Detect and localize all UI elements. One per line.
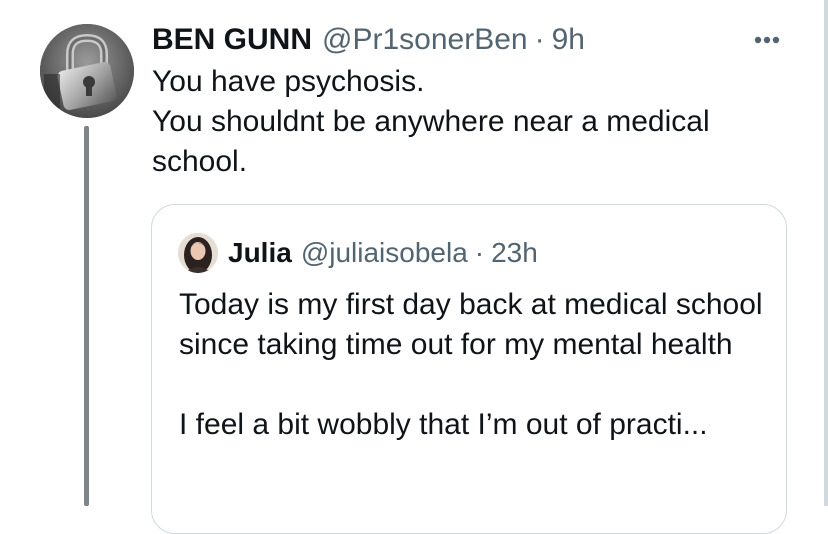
- header-separator: ·: [534, 23, 545, 56]
- padlock-avatar-image: [40, 24, 134, 118]
- post-text: You have psychosis. You shouldnt be anyw…: [152, 62, 772, 182]
- quoted-post-text: Today is my first day back at medical sc…: [179, 285, 769, 445]
- quoted-header-separator: ·: [474, 237, 485, 268]
- quoted-author-avatar: [178, 233, 218, 273]
- quoted-post-header: Julia @juliaisobela · 23h: [228, 231, 538, 275]
- author-display-name[interactable]: BEN GUNN: [152, 23, 312, 57]
- page-edge-divider: [824, 0, 828, 506]
- author-handle[interactable]: @Pr1sonerBen: [322, 23, 528, 57]
- more-dots-icon: [754, 36, 780, 44]
- thread-connector-line: [84, 126, 89, 506]
- more-options-button[interactable]: [746, 20, 788, 60]
- quoted-paragraph: I feel a bit wobbly that I’m out of prac…: [179, 408, 708, 441]
- portrait-avatar-image: [178, 233, 218, 273]
- quoted-post-card[interactable]: Julia @juliaisobela · 23h Today is my fi…: [151, 204, 787, 534]
- post-text-line: You have psychosis.: [152, 65, 425, 98]
- post-header: BEN GUNN @Pr1sonerBen · 9h: [152, 18, 585, 62]
- quoted-author-display-name: Julia: [228, 237, 292, 268]
- quoted-post-timestamp: 23h: [491, 237, 538, 268]
- author-avatar[interactable]: [40, 24, 134, 118]
- post-text-line: You shouldnt be anywhere near a medical …: [152, 105, 710, 178]
- post-timestamp[interactable]: 9h: [552, 23, 585, 57]
- quoted-author-handle: @juliaisobela: [300, 237, 468, 268]
- quoted-paragraph: Today is my first day back at medical sc…: [179, 288, 763, 361]
